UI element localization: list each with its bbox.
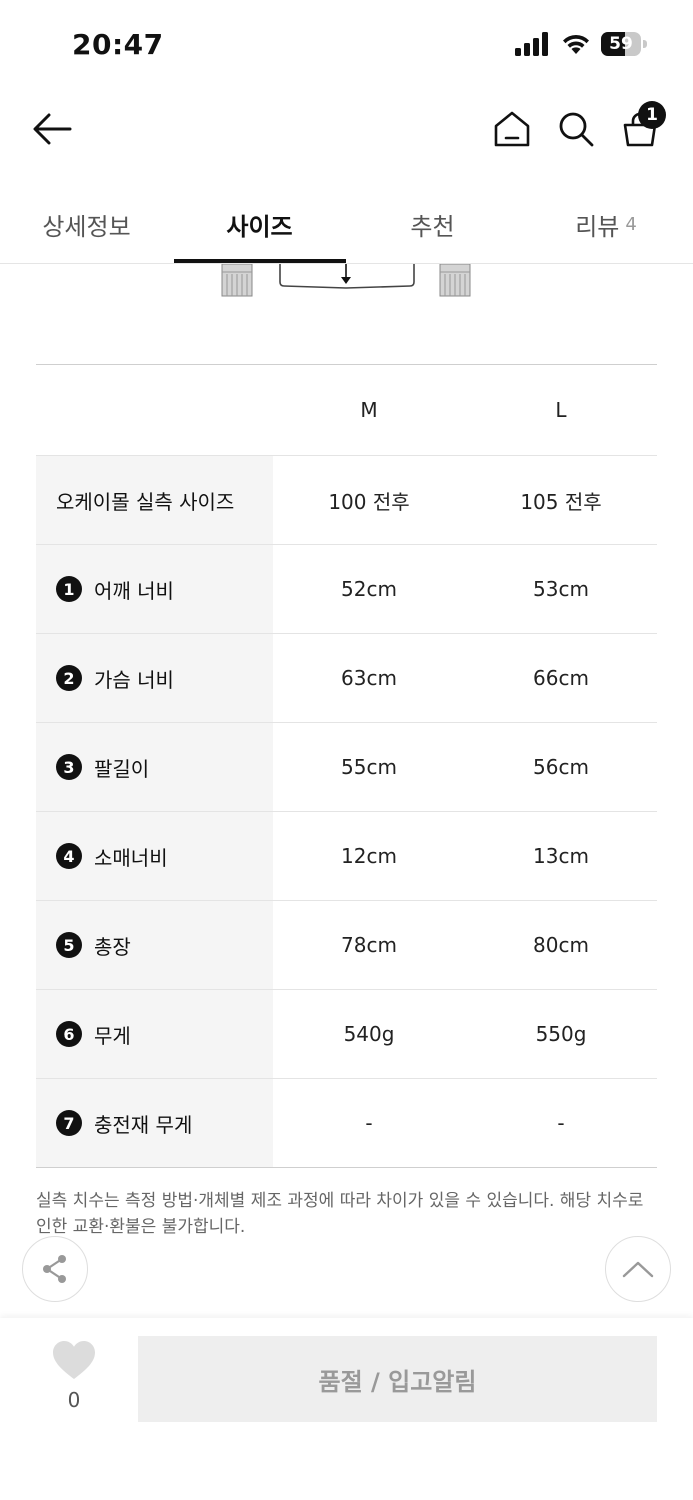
table-cell: 80cm bbox=[533, 933, 589, 957]
status-time: 20:47 bbox=[72, 28, 164, 61]
table-row: 오케이몰 실측 사이즈 100 전후 105 전후 bbox=[36, 455, 657, 544]
tab-label: 상세정보 bbox=[42, 212, 131, 241]
battery-level: 59 bbox=[609, 34, 633, 54]
signal-icon bbox=[515, 32, 548, 56]
search-button[interactable] bbox=[552, 105, 600, 153]
soldout-restock-alert-button[interactable]: 품절 / 입고알림 bbox=[138, 1336, 657, 1422]
table-cell: 12cm bbox=[341, 844, 397, 868]
table-cell: 540g bbox=[343, 1022, 395, 1046]
row-label: 6 무게 bbox=[36, 990, 273, 1078]
table-row: 7 충전재 무게 - - bbox=[36, 1078, 657, 1167]
status-icons: 59 bbox=[515, 32, 647, 56]
home-button[interactable] bbox=[488, 105, 536, 153]
share-button[interactable] bbox=[22, 1236, 88, 1302]
row-label-text: 어깨 너비 bbox=[94, 578, 174, 603]
number-badge-icon: 6 bbox=[56, 1021, 82, 1047]
row-label: 5 총장 bbox=[36, 901, 273, 989]
row-label-text: 무게 bbox=[94, 1023, 131, 1048]
table-row: 2 가슴 너비 63cm 66cm bbox=[36, 633, 657, 722]
wifi-icon bbox=[563, 34, 589, 54]
back-button[interactable] bbox=[28, 105, 76, 153]
battery-icon: 59 bbox=[601, 32, 647, 56]
table-row: 5 총장 78cm 80cm bbox=[36, 900, 657, 989]
back-arrow-icon bbox=[33, 113, 72, 145]
row-label: 1 어깨 너비 bbox=[36, 545, 273, 633]
table-row: 4 소매너비 12cm 13cm bbox=[36, 811, 657, 900]
tab-review[interactable]: 리뷰 4 bbox=[519, 185, 693, 263]
share-icon bbox=[43, 1255, 66, 1283]
table-cell: 55cm bbox=[341, 755, 397, 779]
row-label: 4 소매너비 bbox=[36, 812, 273, 900]
review-count: 4 bbox=[625, 213, 637, 235]
chevron-up-icon bbox=[622, 1261, 654, 1278]
table-cell: 105 전후 bbox=[520, 489, 602, 514]
table-cell: 63cm bbox=[341, 666, 397, 690]
table-cell: 52cm bbox=[341, 577, 397, 601]
number-badge-icon: 2 bbox=[56, 665, 82, 691]
tab-label: 추천 bbox=[410, 212, 455, 241]
row-label: 7 충전재 무게 bbox=[36, 1079, 273, 1167]
size-disclaimer-note: 실측 치수는 측정 방법·개체별 제조 과정에 따라 차이가 있을 수 있습니다… bbox=[36, 1191, 644, 1237]
table-cell: 550g bbox=[535, 1022, 587, 1046]
tab-label: 사이즈 bbox=[226, 212, 293, 241]
row-label-text: 팔길이 bbox=[94, 756, 150, 781]
table-cell: 100 전후 bbox=[328, 489, 410, 514]
table-cell: - bbox=[365, 1111, 373, 1135]
like-count: 0 bbox=[67, 1388, 81, 1412]
table-row: 6 무게 540g 550g bbox=[36, 989, 657, 1078]
table-cell: 13cm bbox=[533, 844, 589, 868]
home-icon bbox=[494, 111, 530, 147]
row-label-text: 충전재 무게 bbox=[94, 1112, 193, 1137]
heart-icon bbox=[53, 1341, 95, 1379]
row-label: 3 팔길이 bbox=[36, 723, 273, 811]
cart-count-badge: 1 bbox=[638, 101, 666, 129]
row-label-text: 소매너비 bbox=[94, 845, 168, 870]
table-row: 1 어깨 너비 52cm 53cm bbox=[36, 544, 657, 633]
top-navigation: 1 bbox=[0, 95, 693, 165]
scroll-to-top-button[interactable] bbox=[605, 1236, 671, 1302]
tab-label: 리뷰 bbox=[575, 212, 620, 241]
size-diagram-image bbox=[221, 264, 471, 297]
table-cell: 78cm bbox=[341, 933, 397, 957]
cart-button[interactable]: 1 bbox=[616, 101, 666, 153]
product-tabs: 상세정보 사이즈 추천 리뷰 4 bbox=[0, 185, 693, 264]
row-label-text: 오케이몰 실측 사이즈 bbox=[56, 489, 235, 514]
tab-detail[interactable]: 상세정보 bbox=[0, 185, 173, 263]
tab-recommend[interactable]: 추천 bbox=[346, 185, 519, 263]
number-badge-icon: 7 bbox=[56, 1110, 82, 1136]
header-blank bbox=[36, 365, 273, 455]
like-button[interactable]: 0 bbox=[44, 1340, 104, 1412]
table-cell: 56cm bbox=[533, 755, 589, 779]
table-cell: 53cm bbox=[533, 577, 589, 601]
column-header: L bbox=[555, 398, 567, 422]
status-bar: 20:47 59 bbox=[0, 0, 693, 90]
row-label: 오케이몰 실측 사이즈 bbox=[36, 456, 273, 544]
table-cell: - bbox=[557, 1111, 565, 1135]
table-row: 3 팔길이 55cm 56cm bbox=[36, 722, 657, 811]
active-tab-indicator bbox=[174, 259, 346, 263]
number-badge-icon: 4 bbox=[56, 843, 82, 869]
row-label-text: 총장 bbox=[94, 934, 131, 959]
number-badge-icon: 1 bbox=[56, 576, 82, 602]
column-header: M bbox=[360, 398, 378, 422]
tab-size[interactable]: 사이즈 bbox=[173, 185, 346, 263]
number-badge-icon: 5 bbox=[56, 932, 82, 958]
table-header-row: M L bbox=[36, 365, 657, 455]
table-cell: 66cm bbox=[533, 666, 589, 690]
row-label-text: 가슴 너비 bbox=[94, 667, 174, 692]
row-label: 2 가슴 너비 bbox=[36, 634, 273, 722]
search-icon bbox=[559, 112, 594, 147]
size-table: M L 오케이몰 실측 사이즈 100 전후 105 전후 1 어깨 너비 52… bbox=[36, 364, 657, 1168]
soldout-button-label: 품절 / 입고알림 bbox=[318, 1367, 477, 1396]
bottom-action-bar: 0 품절 / 입고알림 bbox=[0, 1318, 693, 1500]
number-badge-icon: 3 bbox=[56, 754, 82, 780]
